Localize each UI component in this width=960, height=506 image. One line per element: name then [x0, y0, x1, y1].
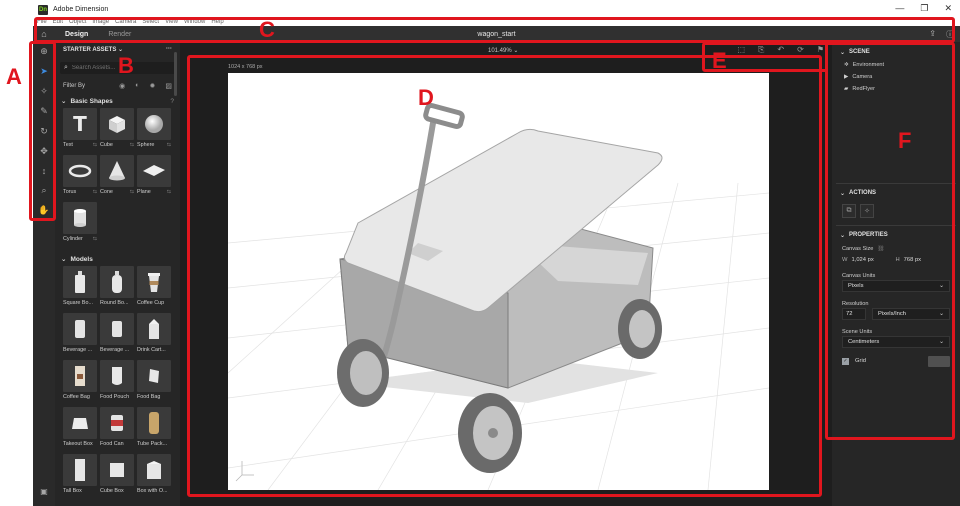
cube-icon: [100, 108, 134, 140]
coffee-bag-icon: [63, 360, 97, 392]
asset-tile[interactable]: Cylinder ⇆: [63, 202, 97, 242]
food-bag-icon: [137, 360, 171, 392]
asset-tile[interactable]: Drink Cart...: [137, 313, 171, 353]
filter-bar: Filter By ◉ ◐ ✹ ▨: [55, 78, 180, 94]
asset-tile[interactable]: Box with O...: [137, 454, 171, 494]
sphere-icon: [137, 108, 171, 140]
assets-title-dropdown[interactable]: STARTER ASSETS ⌄: [63, 46, 123, 53]
asset-tile[interactable]: Cube Box: [100, 454, 134, 494]
annotation-label-d: D: [418, 85, 434, 110]
window-controls: — ❐ ✕: [895, 3, 952, 14]
maximize-button[interactable]: ❐: [920, 3, 928, 14]
search-input[interactable]: [71, 65, 162, 71]
filter-materials-icon[interactable]: ◐: [135, 82, 139, 90]
starter-assets-panel: STARTER ASSETS ⌄ ··· ⌕ Filter By ◉ ◐ ✹ ▨…: [55, 42, 180, 506]
more-options-icon[interactable]: ···: [166, 46, 172, 52]
search-icon: ⌕: [64, 64, 68, 71]
minimize-button[interactable]: —: [895, 3, 904, 14]
asset-tile[interactable]: Coffee Cup: [137, 266, 171, 306]
tall-box-icon: [63, 454, 97, 486]
cylinder-icon: [63, 202, 97, 234]
annotation-label-b: B: [118, 53, 134, 78]
chevron-down-icon: ⌄: [61, 98, 67, 105]
annotation-box-c: [34, 17, 955, 43]
asset-tile[interactable]: Food Can: [100, 407, 134, 447]
coffee-cup-icon: [137, 266, 171, 298]
beverage-can-icon: [100, 313, 134, 345]
annotation-label-e: E: [712, 48, 727, 73]
cube-box-icon: [100, 454, 134, 486]
cone-icon: [100, 155, 134, 187]
annotation-label-c: C: [259, 17, 275, 42]
food-pouch-icon: [100, 360, 134, 392]
plane-icon: [137, 155, 171, 187]
assets-scrollbar[interactable]: [174, 52, 177, 96]
dimension-logo-icon: Dn: [38, 4, 48, 15]
asset-tile[interactable]: Food Bag: [137, 360, 171, 400]
asset-tile[interactable]: Round Bo...: [100, 266, 134, 306]
asset-tile[interactable]: Food Pouch: [100, 360, 134, 400]
annotation-box-a: [29, 41, 56, 221]
annotation-box-d: [187, 55, 822, 497]
filter-label: Filter By: [63, 83, 86, 89]
asset-tile[interactable]: Beverage ...: [100, 313, 134, 353]
tube-package-icon: [137, 407, 171, 439]
models-header[interactable]: ⌄ Models: [55, 252, 180, 266]
models-grid: Square Bo... Round Bo... Coffee Cup Beve…: [55, 266, 180, 494]
panel-toggle-icon[interactable]: ▣: [40, 487, 48, 496]
food-can-icon: [100, 407, 134, 439]
text-icon: T: [63, 108, 97, 140]
asset-tile[interactable]: Cube ⇆: [100, 108, 134, 148]
filter-lights-icon[interactable]: ✹: [150, 82, 156, 90]
asset-tile[interactable]: Cone ⇆: [100, 155, 134, 195]
window-title: Adobe Dimension: [53, 6, 109, 13]
box-with-opening-icon: [137, 454, 171, 486]
beverage-can-icon: [63, 313, 97, 345]
asset-tile[interactable]: Square Bo...: [63, 266, 97, 306]
filter-models-icon[interactable]: ◉: [119, 82, 125, 90]
drink-carton-icon: [137, 313, 171, 345]
asset-tile[interactable]: Coffee Bag: [63, 360, 97, 400]
close-button[interactable]: ✕: [944, 3, 952, 14]
asset-tile[interactable]: Torus ⇆: [63, 155, 97, 195]
square-bottle-icon: [63, 266, 97, 298]
basic-shapes-grid: T Text⇆ Cube⇆ Sphere⇆ Torus⇆ Cone⇆: [55, 108, 180, 242]
takeout-box-icon: [63, 407, 97, 439]
zoom-level-dropdown[interactable]: 101.49% ⌄: [488, 47, 518, 54]
basic-shapes-header[interactable]: ⌄ Basic Shapes ?: [55, 94, 180, 108]
round-bottle-icon: [100, 266, 134, 298]
help-circle-icon[interactable]: ?: [170, 98, 174, 105]
asset-tile[interactable]: Sphere ⇆: [137, 108, 171, 148]
asset-tile[interactable]: Tube Pack...: [137, 407, 171, 447]
asset-tile[interactable]: Beverage ...: [63, 313, 97, 353]
asset-tile[interactable]: Takeout Box: [63, 407, 97, 447]
torus-icon: [63, 155, 97, 187]
chevron-down-icon: ⌄: [61, 256, 67, 263]
filter-images-icon[interactable]: ▨: [165, 82, 172, 90]
asset-tile[interactable]: Plane ⇆: [137, 155, 171, 195]
annotation-label-f: F: [898, 128, 912, 153]
annotation-label-a: A: [6, 64, 22, 89]
asset-tile[interactable]: Tall Box: [63, 454, 97, 494]
asset-tile[interactable]: T Text ⇆: [63, 108, 97, 148]
annotation-box-f: [825, 42, 955, 440]
